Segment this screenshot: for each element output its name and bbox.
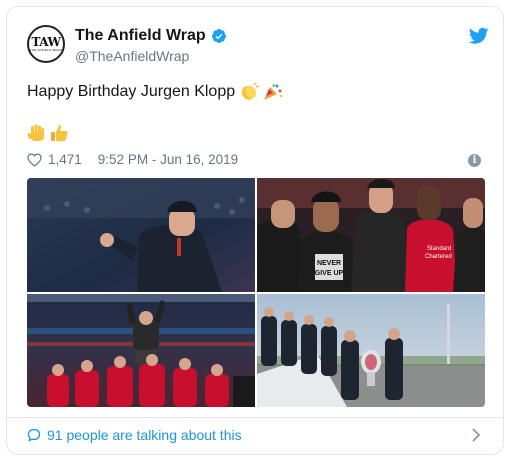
- photo-2-image: NEVER GIVE UP Standard Chartered: [257, 178, 485, 292]
- photo-2-sponsor-text-2: Chartered: [425, 254, 452, 260]
- twitter-bird-icon[interactable]: [469, 27, 489, 45]
- author-avatar[interactable]: TAW THE ANFIELD WRAP: [27, 25, 65, 63]
- avatar-logo-text: TAW: [31, 34, 61, 49]
- author-names: The Anfield Wrap @TheAnfieldWrap: [75, 27, 227, 64]
- tweet-timestamp[interactable]: 9:52 PM - Jun 16, 2019: [98, 152, 238, 167]
- raised-hand-icon: [27, 124, 44, 141]
- tweet-text: Happy Birthday Jurgen Klopp: [27, 83, 283, 101]
- photo-1-image: [27, 178, 255, 292]
- speech-bubble-icon: [27, 428, 41, 442]
- photo-players-celebrating[interactable]: NEVER GIVE UP Standard Chartered: [257, 178, 485, 292]
- photo-team-arrival[interactable]: [257, 294, 485, 407]
- photo-grid: NEVER GIVE UP Standard Chartered: [27, 178, 485, 407]
- conversation-link[interactable]: 91 people are talking about this: [27, 427, 242, 443]
- conversation-text[interactable]: 91 people are talking about this: [47, 427, 242, 443]
- tweet-card[interactable]: TAW THE ANFIELD WRAP The Anfield Wrap @T…: [6, 6, 504, 455]
- emoji-line: [27, 123, 69, 143]
- thumbs-up-icon: [51, 124, 68, 142]
- avatar-logo-subtext: THE ANFIELD WRAP: [29, 47, 63, 52]
- author-handle[interactable]: @TheAnfieldWrap: [75, 48, 227, 64]
- tweet-text-body: Happy Birthday Jurgen Klopp: [27, 83, 236, 100]
- chevron-right-icon[interactable]: [471, 428, 481, 442]
- author-display-name-row[interactable]: The Anfield Wrap: [75, 27, 227, 45]
- footer-divider: [7, 417, 503, 418]
- photo-players-lifting-manager[interactable]: [27, 294, 255, 407]
- photo-klopp-celebrating[interactable]: [27, 178, 255, 292]
- party-popper-icon: [264, 83, 283, 100]
- photo-2-shirt-text-1: NEVER: [317, 260, 341, 267]
- tweet-meta: 1,471 9:52 PM - Jun 16, 2019: [27, 152, 238, 167]
- author-display-name[interactable]: The Anfield Wrap: [75, 27, 206, 45]
- like-count[interactable]: 1,471: [48, 152, 82, 167]
- clapping-hands-icon: [241, 83, 260, 100]
- photo-4-image: [257, 294, 485, 407]
- verified-badge-icon: [211, 29, 226, 43]
- info-icon[interactable]: i: [468, 154, 481, 167]
- heart-icon[interactable]: [27, 152, 42, 167]
- photo-3-image: [27, 294, 255, 407]
- photo-2-sponsor-text: Standard: [427, 246, 451, 252]
- photo-2-shirt-text-2: GIVE UP: [315, 270, 344, 277]
